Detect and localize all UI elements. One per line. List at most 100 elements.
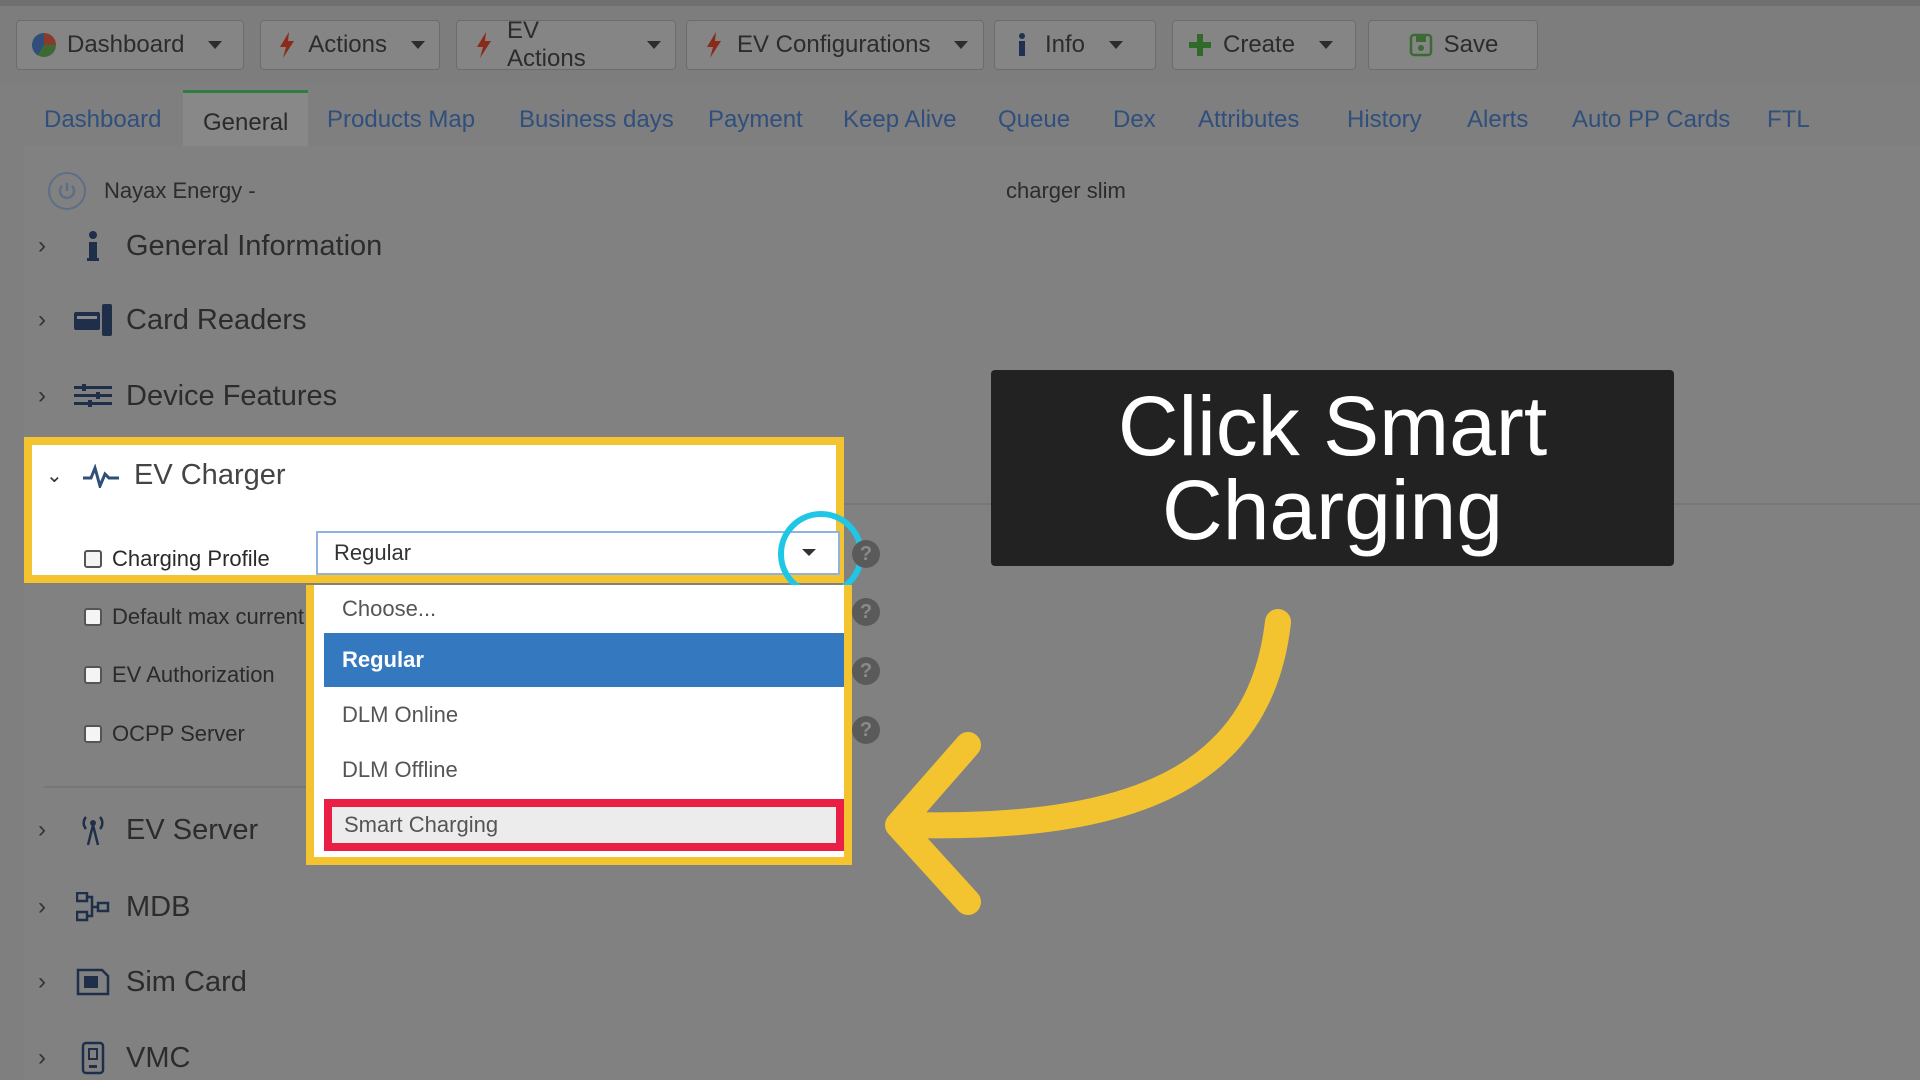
ev-authorization-row: EV Authorization — [84, 662, 275, 688]
ev-configurations-menu-label: EV Configurations — [737, 31, 931, 58]
section-card-readers[interactable]: › Card Readers — [38, 302, 307, 338]
field-label: Charging Profile — [112, 546, 270, 571]
callout-line-1: Click Smart — [1117, 379, 1548, 473]
instruction-callout: Click Smart Charging — [991, 370, 1674, 566]
plus-icon — [1187, 32, 1213, 58]
section-vmc[interactable]: › VMC — [38, 1040, 190, 1076]
tab-products-map[interactable]: Products Map — [327, 106, 475, 134]
info-icon — [72, 228, 114, 264]
ev-actions-menu-button[interactable]: EV Actions — [456, 17, 676, 72]
info-icon — [1009, 32, 1035, 58]
section-label: VMC — [126, 1041, 191, 1074]
section-label: Card Readers — [126, 303, 307, 336]
tab-attributes[interactable]: Attributes — [1198, 106, 1299, 134]
chevron-down-icon — [1319, 41, 1334, 49]
chevron-right-icon: › — [38, 382, 46, 409]
tab-dashboard[interactable]: Dashboard — [44, 106, 161, 134]
section-sim-card[interactable]: › Sim Card — [38, 964, 247, 1000]
info-menu-label: Info — [1045, 31, 1086, 58]
tab-ftl[interactable]: FTL — [1767, 106, 1810, 134]
option-choose[interactable]: Choose... — [324, 585, 844, 633]
tab-business-days[interactable]: Business days — [519, 106, 674, 134]
chevron-right-icon: › — [38, 232, 46, 259]
ocpp-server-checkbox[interactable] — [84, 725, 102, 743]
sim-card-icon — [72, 964, 114, 1000]
vending-machine-icon — [72, 1040, 114, 1076]
section-mdb[interactable]: › MDB — [38, 889, 190, 925]
charging-profile-row: Charging Profile — [84, 546, 270, 572]
default-max-current-checkbox[interactable] — [84, 608, 102, 626]
tab-alerts[interactable]: Alerts — [1467, 106, 1528, 134]
ocpp-server-row: OCPP Server — [84, 721, 245, 747]
actions-menu-label: Actions — [308, 31, 387, 58]
save-button[interactable]: Save — [1368, 20, 1538, 70]
pulse-icon — [80, 463, 122, 488]
chevron-right-icon: › — [38, 1044, 46, 1071]
card-reader-icon — [72, 302, 114, 338]
pointer-arrow — [885, 609, 1291, 915]
chevron-down-icon: ⌄ — [46, 465, 63, 487]
option-dlm-offline[interactable]: DLM Offline — [324, 743, 844, 797]
charging-profile-dropdown: Choose... Regular DLM Online DLM Offline… — [306, 585, 852, 865]
section-label: Device Features — [126, 379, 338, 412]
chevron-right-icon: › — [38, 893, 46, 920]
device-name: Nayax Energy - — [104, 178, 256, 203]
create-menu-button[interactable]: Create — [1172, 20, 1356, 70]
tab-payment[interactable]: Payment — [708, 106, 803, 134]
lightning-icon — [701, 32, 727, 58]
chevron-right-icon: › — [38, 816, 46, 843]
antenna-icon — [72, 812, 114, 848]
option-regular[interactable]: Regular — [324, 633, 844, 687]
ev-actions-menu-label: EV Actions — [506, 17, 586, 72]
tab-general[interactable]: General — [183, 90, 309, 146]
section-label: Sim Card — [126, 965, 247, 998]
chevron-down-icon — [954, 41, 969, 49]
device-model: charger slim — [1006, 178, 1126, 203]
section-device-features[interactable]: › Device Features — [38, 378, 337, 414]
chevron-right-icon: › — [38, 306, 46, 333]
actions-menu-button[interactable]: Actions — [260, 20, 440, 70]
chevron-down-icon — [647, 41, 661, 49]
option-dlm-online[interactable]: DLM Online — [324, 688, 844, 742]
field-label: Default max current — [112, 604, 304, 629]
callout-line-2: Charging — [1162, 463, 1503, 557]
chevron-down-icon — [1109, 41, 1124, 49]
ev-authorization-checkbox[interactable] — [84, 666, 102, 684]
info-menu-button[interactable]: Info — [994, 20, 1156, 70]
section-label: EV Charger — [134, 459, 286, 491]
help-icon[interactable]: ? — [852, 540, 880, 568]
section-label: General Information — [126, 229, 383, 262]
create-menu-label: Create — [1223, 31, 1296, 58]
dashboard-menu-button[interactable]: Dashboard — [16, 20, 244, 70]
pie-chart-icon — [31, 32, 57, 58]
dashboard-menu-label: Dashboard — [67, 31, 185, 58]
save-icon — [1408, 32, 1434, 58]
section-general-information[interactable]: › General Information — [38, 228, 382, 264]
chevron-right-icon: › — [38, 968, 46, 995]
section-ev-charger[interactable]: ⌄ EV Charger — [46, 459, 286, 492]
section-label: EV Server — [126, 813, 259, 846]
network-icon — [72, 889, 114, 925]
section-label: MDB — [126, 890, 191, 923]
section-divider — [44, 786, 306, 788]
lightning-icon — [471, 32, 497, 58]
chevron-down-icon — [208, 41, 223, 49]
option-smart-charging[interactable]: Smart Charging — [324, 799, 844, 851]
section-ev-server[interactable]: › EV Server — [38, 812, 258, 848]
tab-auto-pp-cards[interactable]: Auto PP Cards — [1572, 106, 1730, 134]
default-max-current-row: Default max current — [84, 604, 304, 630]
ev-configurations-menu-button[interactable]: EV Configurations — [686, 20, 984, 70]
tab-dex[interactable]: Dex — [1113, 106, 1156, 134]
charging-profile-checkbox[interactable] — [84, 550, 102, 568]
power-plug-icon — [48, 172, 86, 210]
tab-bar: Dashboard General Products Map Business … — [0, 84, 1920, 146]
charging-profile-select[interactable]: Regular — [316, 531, 840, 575]
sliders-icon — [72, 378, 114, 414]
toolbar: Dashboard Actions EV Actions EV Configur… — [0, 0, 1920, 84]
tab-queue[interactable]: Queue — [998, 106, 1070, 134]
tab-keep-alive[interactable]: Keep Alive — [843, 106, 956, 134]
field-label: OCPP Server — [112, 721, 245, 746]
tab-history[interactable]: History — [1347, 106, 1422, 134]
chevron-down-icon — [411, 41, 425, 49]
field-label: EV Authorization — [112, 662, 275, 687]
